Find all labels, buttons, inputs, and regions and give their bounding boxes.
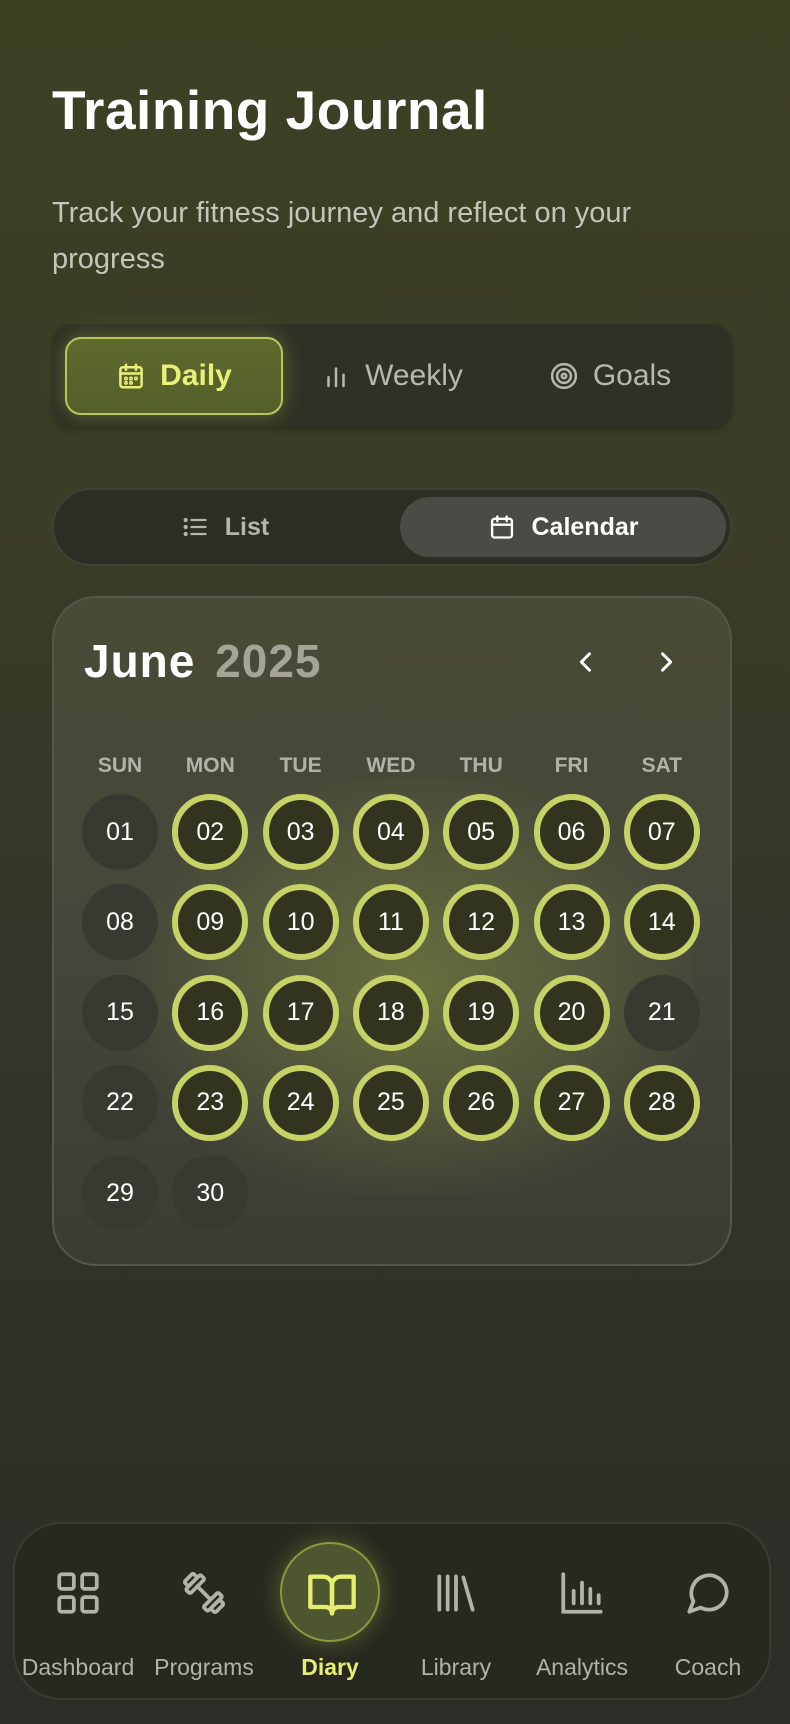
calendar-day[interactable]: 22 (82, 1064, 158, 1141)
weekday-label: FRI (554, 754, 589, 777)
prev-month-button[interactable] (564, 640, 608, 684)
calendar-icon (490, 515, 513, 539)
tab-daily-label: Daily (160, 359, 232, 392)
calendar-view-label: Calendar (531, 512, 639, 541)
calendar-day-completed[interactable]: 02 (172, 794, 249, 870)
calendar-card: June 2025 SUN MON TUE WED THU FRI SAT 01 02 03 04… (52, 596, 732, 1266)
weekday-label: THU (459, 754, 503, 777)
calendar-icon (119, 363, 144, 389)
calendar-day[interactable]: 01 (82, 794, 158, 870)
calendar-day-completed[interactable]: 19 (443, 974, 520, 1051)
list-view-label: List (224, 512, 270, 541)
chevron-right-icon (661, 652, 673, 672)
calendar-day-completed[interactable]: 06 (533, 794, 610, 870)
diary-active-indicator (280, 1542, 380, 1642)
calendar-day-completed[interactable]: 09 (172, 884, 249, 961)
calendar-day-completed[interactable]: 25 (352, 1064, 429, 1141)
calendar-day-completed[interactable]: 05 (443, 794, 520, 870)
nav-diary[interactable]: Diary (270, 1524, 390, 1702)
calendar-month-year: June 2025 (84, 634, 322, 688)
calendar-day-completed[interactable]: 27 (533, 1064, 610, 1141)
weekday-label: SAT (641, 754, 683, 777)
bottom-navigation: Dashboard Programs Diary Library Analyti… (13, 1522, 771, 1700)
chat-icon (687, 1573, 729, 1614)
library-icon (437, 1574, 475, 1612)
calendar-day-completed[interactable]: 18 (352, 974, 429, 1051)
calendar-day[interactable]: 29 (82, 1155, 158, 1232)
nav-dashboard-label: Dashboard (21, 1654, 135, 1680)
nav-library[interactable]: Library (396, 1524, 516, 1702)
tab-goals-label: Goals (592, 359, 672, 392)
calendar-day[interactable]: 30 (172, 1155, 249, 1232)
weekday-label: TUE (279, 754, 322, 777)
calendar-day-completed[interactable]: 03 (262, 794, 339, 870)
bar-chart-icon (327, 367, 345, 388)
nav-analytics-label: Analytics (535, 1654, 629, 1680)
calendar-year: 2025 (215, 635, 322, 687)
calendar-day-completed[interactable]: 10 (262, 884, 339, 961)
nav-diary-label: Diary (301, 1654, 359, 1680)
weekday-label: MON (185, 754, 235, 777)
calendar-day-completed[interactable]: 07 (623, 794, 700, 870)
calendar-month: June (84, 635, 196, 687)
nav-programs-label: Programs (154, 1654, 254, 1680)
analytics-icon (561, 1572, 603, 1614)
calendar-day-completed[interactable]: 14 (623, 884, 700, 961)
grid-icon (57, 1572, 99, 1614)
nav-coach[interactable]: Coach (648, 1524, 768, 1702)
calendar-day-completed[interactable]: 13 (533, 884, 610, 961)
calendar-day[interactable]: 21 (623, 974, 700, 1051)
period-tabs: Daily Weekly Goals (52, 324, 732, 428)
book-icon (308, 1574, 356, 1616)
calendar-day-completed[interactable]: 28 (623, 1064, 700, 1141)
nav-library-label: Library (420, 1654, 492, 1680)
view-toggle: List Calendar (52, 488, 732, 566)
calendar-day-completed[interactable]: 20 (533, 974, 610, 1051)
calendar-day-completed[interactable]: 26 (443, 1064, 520, 1141)
weekday-header: SUN MON TUE WED THU FRI SAT (82, 754, 712, 784)
calendar-day-completed[interactable]: 24 (262, 1064, 339, 1141)
calendar-day-completed[interactable]: 04 (352, 794, 429, 870)
page-title: Training Journal (52, 79, 488, 141)
calendar-day-completed[interactable]: 16 (172, 974, 249, 1051)
nav-programs[interactable]: Programs (144, 1524, 264, 1702)
weekday-label: WED (366, 754, 416, 777)
calendar-day-completed[interactable]: 12 (443, 884, 520, 961)
calendar-view-button[interactable]: Calendar (400, 497, 726, 557)
calendar-day-completed[interactable]: 11 (352, 884, 429, 961)
target-icon (550, 362, 577, 390)
tab-weekly-label: Weekly (365, 359, 463, 392)
calendar-day-completed[interactable]: 23 (172, 1064, 249, 1141)
next-month-button[interactable] (644, 640, 688, 684)
calendar-day[interactable]: 15 (82, 974, 158, 1051)
chevron-left-icon (579, 652, 591, 672)
tab-daily[interactable]: Daily (65, 337, 283, 415)
tab-goals[interactable]: Goals (501, 337, 719, 415)
nav-coach-label: Coach (674, 1654, 742, 1680)
page-subtitle: Track your fitness journey and reflect o… (52, 197, 632, 275)
calendar-day-completed[interactable]: 17 (262, 974, 339, 1051)
list-view-button[interactable]: List (62, 497, 388, 557)
list-icon (183, 517, 207, 537)
nav-dashboard[interactable]: Dashboard (18, 1524, 138, 1702)
dumbbell-icon (182, 1571, 226, 1615)
nav-analytics[interactable]: Analytics (522, 1524, 642, 1702)
weekday-label: SUN (97, 754, 143, 777)
calendar-day[interactable]: 08 (82, 884, 158, 961)
tab-weekly[interactable]: Weekly (283, 337, 501, 415)
